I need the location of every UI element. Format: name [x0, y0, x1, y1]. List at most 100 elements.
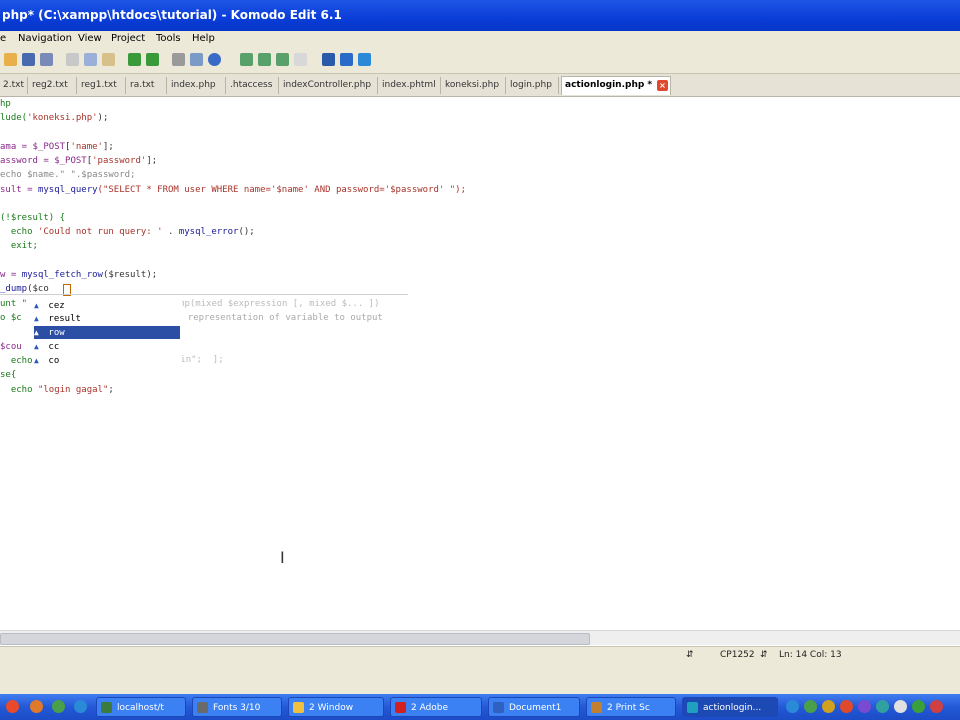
tray-icon[interactable] [804, 700, 817, 713]
code-line: o $c [0, 313, 22, 323]
autocomplete-item-label: co [48, 356, 60, 366]
tray-icon[interactable] [894, 700, 907, 713]
tab-koneksi-php[interactable]: koneksi.php [442, 77, 506, 94]
tray-icon[interactable] [840, 700, 853, 713]
status-menu-icon[interactable]: ⇵ [686, 650, 694, 660]
tab-htaccess[interactable]: .htaccess [227, 77, 279, 94]
tab-indexcontroller-php[interactable]: indexController.php [280, 77, 378, 94]
autocomplete-popup: ▲ cez ▲ result ▲ row ▲ cc ▲ co [34, 299, 182, 371]
adobe-icon [395, 702, 406, 713]
code-editor[interactable]: hp lude('koneksi.php'); ama = $_POST['na… [0, 97, 960, 630]
tab-actionlogin-php[interactable]: actionlogin.php * × [561, 76, 671, 95]
menu-help[interactable]: Help [192, 33, 215, 44]
horizontal-scrollbar[interactable] [0, 630, 960, 645]
variable-icon: ▲ [34, 314, 39, 323]
print-icon[interactable] [172, 53, 185, 66]
status-encoding[interactable]: CP1252 [720, 650, 755, 660]
code-line: sult = mysql_query("SELECT * FROM user W… [0, 185, 467, 195]
taskbar-item[interactable]: 2 Adobe [390, 697, 482, 717]
code-line: echo 'Could not run query: ' . mysql_err… [0, 227, 255, 237]
menu-tools[interactable]: Tools [156, 33, 181, 44]
taskbar-item-active[interactable]: actionlogin... [682, 697, 778, 717]
taskbar-item-label: 2 Window [309, 703, 354, 713]
taskbar-item[interactable]: localhost/t [96, 697, 186, 717]
menu-project[interactable]: Project [111, 33, 145, 44]
paste-icon[interactable] [102, 53, 115, 66]
taskbar-item-label: localhost/t [117, 703, 164, 713]
close-icon[interactable]: × [657, 80, 668, 91]
preview-icon[interactable] [190, 53, 203, 66]
tab-label: ra.txt [130, 80, 155, 90]
tab-2-txt[interactable]: 2.txt [0, 77, 28, 94]
save-all-icon[interactable] [40, 53, 53, 66]
tray-icon[interactable] [930, 700, 943, 713]
tab-ra-txt[interactable]: ra.txt [127, 77, 167, 94]
cut-icon[interactable] [66, 53, 79, 66]
indent-icon[interactable] [240, 53, 253, 66]
app-icon[interactable] [52, 700, 65, 713]
taskbar-item[interactable]: 2 Print Sc [586, 697, 676, 717]
taskbar-item[interactable]: Document1 [488, 697, 580, 717]
save-icon[interactable] [22, 53, 35, 66]
autocomplete-item[interactable]: ▲ co [34, 354, 180, 367]
code-line: hp [0, 99, 11, 109]
status-bar: ⇵ CP1252 ⇵ Ln: 14 Col: 13 [0, 646, 960, 665]
tab-reg2-txt[interactable]: reg2.txt [29, 77, 77, 94]
toolbar [0, 47, 960, 74]
code-line: exit; [0, 241, 38, 251]
browser-icon[interactable] [208, 53, 221, 66]
comment-icon[interactable] [276, 53, 289, 66]
paint-icon [591, 702, 602, 713]
autocomplete-item[interactable]: ▲ cc [34, 340, 180, 353]
copy-icon[interactable] [84, 53, 97, 66]
tray-icon[interactable] [876, 700, 889, 713]
tray-icon[interactable] [822, 700, 835, 713]
menu-edit[interactable]: e [0, 33, 6, 44]
panel-right-icon[interactable] [358, 53, 371, 66]
panel-left-icon[interactable] [322, 53, 335, 66]
tray-icon[interactable] [858, 700, 871, 713]
tab-index-php[interactable]: index.php [168, 77, 226, 94]
app-icon[interactable] [74, 700, 87, 713]
tab-login-php[interactable]: login.php [507, 77, 559, 94]
code-line: (!$result) { [0, 213, 66, 223]
chevron-icon[interactable]: ⇵ [760, 650, 768, 660]
tab-label: .htaccess [230, 80, 273, 90]
title-bar[interactable]: php* (C:\xampp\htdocs\tutorial) - Komodo… [0, 0, 960, 31]
uncomment-icon[interactable] [294, 53, 307, 66]
autocomplete-item-selected[interactable]: ▲ row [34, 326, 180, 339]
tab-label: index.phtml [382, 80, 436, 90]
firefox-icon[interactable] [30, 700, 43, 713]
taskbar: localhost/t Fonts 3/10 2 Window 2 Adobe … [0, 694, 960, 720]
code-line: unt " [0, 299, 28, 309]
taskbar-item[interactable]: Fonts 3/10 [192, 697, 282, 717]
outdent-icon[interactable] [258, 53, 271, 66]
tab-index-phtml[interactable]: index.phtml [379, 77, 441, 94]
scrollbar-thumb[interactable] [0, 633, 590, 645]
undo-icon[interactable] [128, 53, 141, 66]
autocomplete-item[interactable]: ▲ cez [34, 299, 180, 312]
taskbar-item-label: 2 Adobe [411, 703, 449, 713]
menu-navigation[interactable]: Navigation [18, 33, 72, 44]
tab-reg1-txt[interactable]: reg1.txt [78, 77, 126, 94]
code-line: w = mysql_fetch_row($result); [0, 270, 158, 280]
window-icon [197, 702, 208, 713]
taskbar-item-label: Document1 [509, 703, 562, 713]
tray-icon[interactable] [912, 700, 925, 713]
autocomplete-item[interactable]: ▲ result [34, 312, 180, 325]
open-folder-icon[interactable] [4, 53, 17, 66]
code-line: echo [0, 356, 33, 366]
window-title: php* (C:\xampp\htdocs\tutorial) - Komodo… [2, 8, 342, 22]
tab-label: actionlogin.php * [565, 80, 653, 90]
code-line: echo "login gagal"; [0, 385, 114, 395]
tray-icon[interactable] [786, 700, 799, 713]
taskbar-item-label: 2 Print Sc [607, 703, 650, 713]
redo-icon[interactable] [146, 53, 159, 66]
autocomplete-item-label: cez [48, 301, 65, 311]
window-icon [101, 702, 112, 713]
komodo-icon [687, 702, 698, 713]
panel-bottom-icon[interactable] [340, 53, 353, 66]
media-player-icon[interactable] [6, 700, 19, 713]
menu-view[interactable]: View [78, 33, 102, 44]
taskbar-item[interactable]: 2 Window [288, 697, 384, 717]
